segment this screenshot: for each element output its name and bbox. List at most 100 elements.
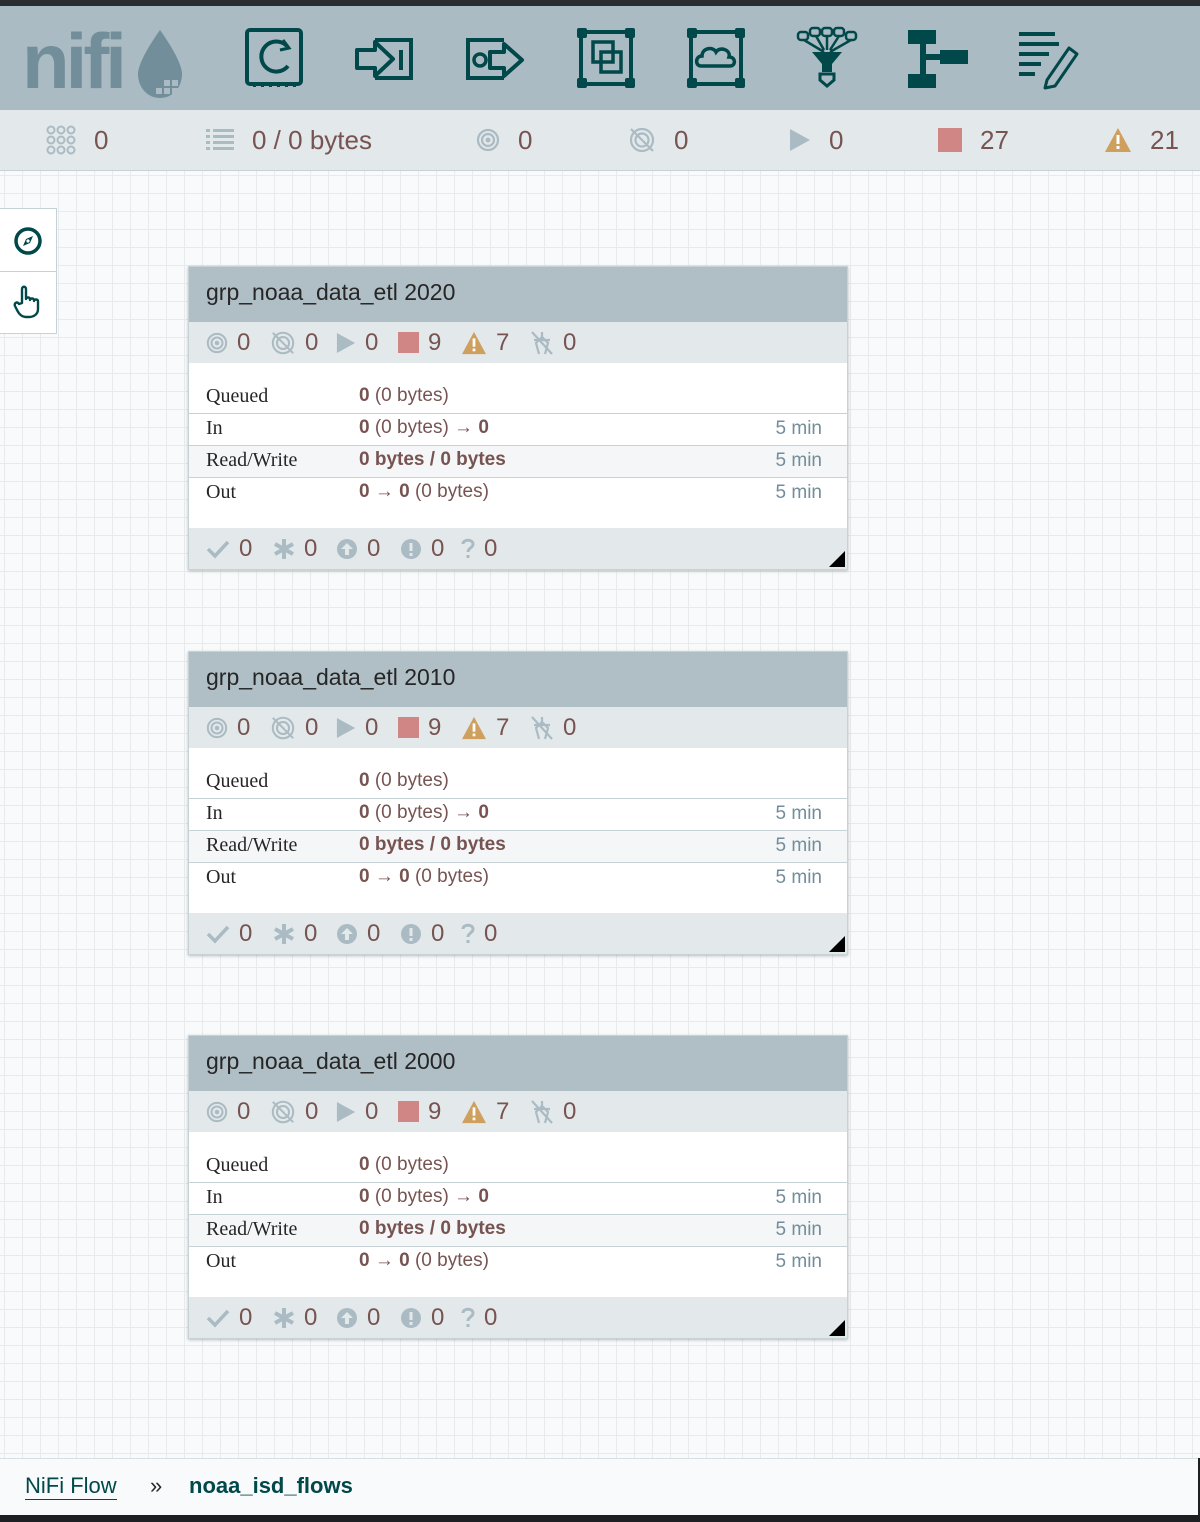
active-threads-stat: 0 (46, 110, 108, 170)
not-transmitting-value: 0 (674, 124, 689, 155)
up-to-date-value: 0 (239, 1303, 253, 1331)
in-row: In 0 (0 bytes) → 0 5 min (189, 414, 847, 446)
up-to-date-value: 0 (239, 534, 253, 562)
transmitting-icon (476, 128, 500, 152)
pg-invalid-value: 7 (496, 1097, 510, 1125)
breadcrumb-separator: » (150, 1473, 163, 1498)
warning-icon (462, 716, 486, 739)
read-write-label: Read/Write (206, 834, 298, 856)
breadcrumb: NiFi Flow » noaa_isd_flows (0, 1458, 1198, 1515)
read-write-label: Read/Write (206, 449, 298, 471)
exclamation-circle-icon (401, 538, 421, 559)
unknown-stat: 0 (461, 528, 497, 569)
out-value: 0 → 0 (0 bytes) (359, 866, 489, 887)
pg-transmitting-value: 0 (237, 328, 251, 356)
process-group-card[interactable]: grp_noaa_data_etl 2020 0 0 0 9 7 0 Queue… (188, 266, 848, 570)
out-label: Out (206, 866, 236, 888)
stale-value: 0 (367, 919, 381, 947)
process-group-title[interactable]: grp_noaa_data_etl 2000 (206, 1048, 455, 1075)
transmitting-icon (206, 1101, 228, 1122)
queued-stat: 0 / 0 bytes (206, 110, 372, 170)
out-label: Out (206, 1250, 236, 1272)
not-transmitting-icon (271, 716, 295, 739)
locally-modified-value: 0 (304, 919, 318, 947)
sync-failure-stat: 0 (400, 913, 444, 954)
read-write-row: Read/Write 0 bytes / 0 bytes 5 min (189, 446, 847, 478)
process-group-tool-button[interactable] (575, 26, 637, 90)
transmitting-stat: 0 (476, 110, 532, 170)
out-row: Out 0 → 0 (0 bytes) 5 min (189, 1247, 847, 1278)
pg-stopped-value: 9 (428, 328, 442, 356)
exclamation-circle-icon (401, 1307, 421, 1328)
funnel-tool-button[interactable] (796, 26, 858, 90)
processor-tool-button[interactable] (243, 26, 305, 90)
pg-transmitting-stat: 0 (206, 322, 250, 363)
resize-handle[interactable] (829, 1320, 845, 1336)
pg-invalid-value: 7 (496, 713, 510, 741)
pg-running-stat: 0 (336, 322, 378, 363)
queued-value: 0 (0 bytes) (359, 770, 449, 791)
process-group-header: grp_noaa_data_etl 2020 (189, 267, 847, 322)
pg-disabled-stat: 0 (530, 322, 576, 363)
output-port-tool-button[interactable] (464, 26, 526, 90)
label-tool-button[interactable] (1017, 26, 1079, 90)
sync-failure-value: 0 (431, 919, 445, 947)
pg-disabled-value: 0 (563, 713, 577, 741)
transmitting-icon (206, 332, 228, 353)
arrow-circle-up-icon (337, 923, 357, 944)
pg-running-stat: 0 (336, 707, 378, 748)
process-group-version-row: 0 0 0 0 0 (189, 528, 847, 569)
asterisk-icon (274, 923, 294, 944)
up-to-date-stat: 0 (206, 913, 252, 954)
process-group-title[interactable]: grp_noaa_data_etl 2020 (206, 279, 455, 306)
pg-invalid-stat: 7 (461, 707, 509, 748)
pg-transmitting-stat: 0 (206, 1091, 250, 1132)
sync-failure-stat: 0 (400, 1297, 444, 1338)
out-timeframe: 5 min (775, 482, 822, 503)
running-play-icon (336, 332, 356, 353)
stopped-square-icon (398, 717, 419, 738)
check-icon (206, 925, 230, 944)
pg-disabled-stat: 0 (530, 1091, 576, 1132)
in-timeframe: 5 min (775, 803, 822, 824)
resize-handle[interactable] (829, 936, 845, 952)
stale-stat: 0 (336, 1297, 380, 1338)
process-group-card[interactable]: grp_noaa_data_etl 2010 0 0 0 9 7 0 Queue… (188, 651, 848, 955)
compass-icon (14, 227, 42, 255)
pg-stopped-value: 9 (428, 713, 442, 741)
pg-disabled-value: 0 (563, 1097, 577, 1125)
header-toolbar: nifi (0, 6, 1200, 110)
not-transmitting-icon (629, 127, 655, 153)
template-tool-button[interactable] (906, 26, 968, 90)
locally-modified-value: 0 (304, 1303, 318, 1331)
navigate-button[interactable] (0, 211, 56, 272)
running-stat: 0 (789, 110, 843, 170)
transmitting-value: 0 (518, 124, 533, 155)
stale-value: 0 (367, 1303, 381, 1331)
stopped-square-icon (938, 128, 962, 152)
processor-tool-icon (245, 28, 303, 87)
resize-handle[interactable] (829, 551, 845, 567)
unknown-value: 0 (484, 534, 498, 562)
running-play-icon (336, 1101, 356, 1122)
out-timeframe: 5 min (775, 867, 822, 888)
input-port-tool-button[interactable] (353, 26, 415, 90)
up-to-date-stat: 0 (206, 528, 252, 569)
locally-modified-stat: 0 (273, 528, 317, 569)
pg-not-transmitting-value: 0 (305, 328, 319, 356)
remote-process-group-tool-button[interactable] (685, 26, 747, 90)
unknown-stat: 0 (461, 1297, 497, 1338)
nifi-logo: nifi (22, 17, 192, 105)
template-tool-icon (908, 30, 968, 88)
process-group-card[interactable]: grp_noaa_data_etl 2000 0 0 0 9 7 0 Queue… (188, 1035, 848, 1339)
stale-stat: 0 (336, 913, 380, 954)
pg-disabled-value: 0 (563, 328, 577, 356)
arrow-circle-up-icon (337, 1307, 357, 1328)
process-group-title[interactable]: grp_noaa_data_etl 2010 (206, 664, 455, 691)
stale-stat: 0 (336, 528, 380, 569)
breadcrumb-root-link[interactable]: NiFi Flow (25, 1473, 117, 1500)
pointer-hand-icon (13, 285, 40, 319)
read-write-value: 0 bytes / 0 bytes (359, 449, 506, 470)
operate-button[interactable] (0, 272, 56, 332)
not-transmitting-icon (271, 331, 295, 354)
